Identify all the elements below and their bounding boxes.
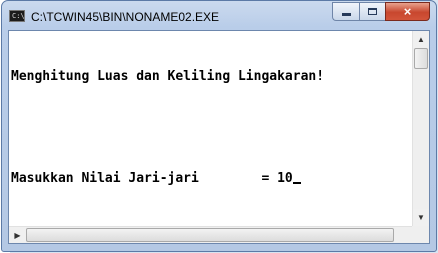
console-output: Menghitung Luas dan Keliling Lingakaran!… (11, 34, 411, 225)
minimize-button[interactable] (332, 2, 359, 21)
arrow-down-icon: ▼ (417, 213, 425, 222)
maximize-icon (368, 8, 377, 15)
console-window: C:\ C:\TCWIN45\BIN\NONAME02.EXE × Menghi… (1, 0, 437, 252)
vertical-scroll-thumb[interactable] (414, 48, 428, 69)
arrow-up-icon: ▲ (417, 35, 425, 44)
maximize-button[interactable] (359, 2, 385, 21)
console-prompt-text: Masukkan Nilai Jari-jari = 10 (11, 171, 293, 186)
scroll-up-button[interactable]: ▲ (413, 31, 429, 48)
horizontal-scroll-thumb[interactable] (26, 228, 394, 242)
title-bar[interactable]: C:\ C:\TCWIN45\BIN\NONAME02.EXE × (2, 1, 436, 31)
arrow-right-icon: ▶ (14, 230, 21, 240)
scroll-down-button[interactable]: ▼ (413, 209, 429, 226)
console-app-icon[interactable]: C:\ (9, 10, 25, 22)
console-input-line[interactable]: Masukkan Nilai Jari-jari = 10 (11, 170, 411, 187)
console-area[interactable]: Menghitung Luas dan Keliling Lingakaran!… (8, 30, 430, 244)
text-cursor (292, 182, 301, 184)
vertical-scrollbar[interactable]: ▲ ▼ (412, 31, 429, 226)
console-line: Menghitung Luas dan Keliling Lingakaran! (11, 69, 325, 84)
caption-buttons: × (332, 2, 430, 22)
window-title: C:\TCWIN45\BIN\NONAME02.EXE (31, 10, 220, 24)
close-icon: × (403, 4, 412, 19)
close-button[interactable]: × (385, 2, 430, 21)
scrollbar-corner (412, 226, 429, 243)
scroll-right-button[interactable]: ▶ (9, 227, 26, 243)
minimize-icon (341, 13, 351, 16)
horizontal-scrollbar[interactable]: ◀ ▶ (9, 226, 413, 243)
